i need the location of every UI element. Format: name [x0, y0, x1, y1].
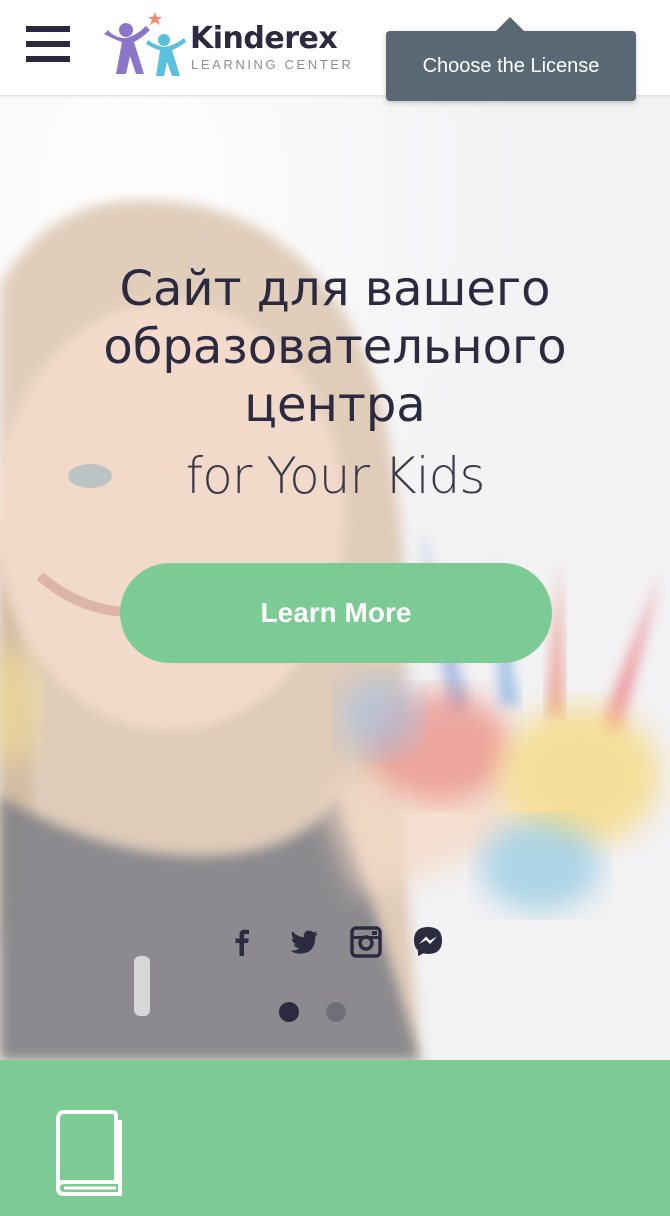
- hamburger-menu-icon[interactable]: [26, 26, 70, 62]
- hero-title-line: образовательного: [103, 319, 567, 375]
- hamburger-bar: [26, 56, 70, 62]
- slider-dot[interactable]: [373, 1002, 393, 1022]
- logo-tagline: LEARNING CENTER: [191, 57, 354, 72]
- features-band: [0, 1060, 670, 1216]
- messenger-icon[interactable]: [408, 922, 448, 962]
- site-logo[interactable]: Kinderex LEARNING CENTER: [100, 10, 360, 80]
- logo-name: Kinderex: [190, 21, 338, 56]
- learn-more-button[interactable]: Learn More: [120, 563, 552, 663]
- book-icon: [56, 1110, 122, 1196]
- kids-logo-icon: [104, 12, 186, 76]
- slider-dot[interactable]: [326, 1002, 346, 1022]
- hero-subtitle: for Your Kids: [185, 447, 486, 505]
- hero-slider: Сайт для вашего образовательного центра …: [0, 96, 670, 1060]
- hamburger-bar: [26, 26, 70, 32]
- hamburger-bar: [26, 41, 70, 47]
- hero-title: Сайт для вашего образовательного центра: [0, 260, 670, 434]
- hero-title-line: Сайт для вашего: [119, 261, 551, 317]
- social-links: [222, 922, 452, 962]
- choose-license-tooltip[interactable]: Choose the License: [386, 17, 636, 101]
- facebook-icon[interactable]: [222, 922, 262, 962]
- slider-pagination: [279, 1002, 399, 1022]
- twitter-icon[interactable]: [284, 922, 324, 962]
- hero-title-line: центра: [244, 377, 426, 433]
- instagram-icon[interactable]: [346, 922, 386, 962]
- slider-dot-active[interactable]: [279, 1002, 299, 1022]
